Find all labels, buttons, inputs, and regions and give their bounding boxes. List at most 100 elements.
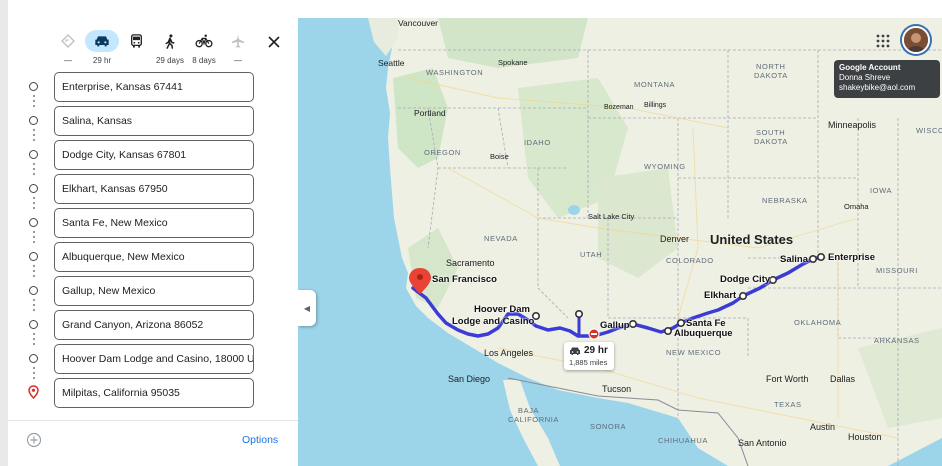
map-label-south-dakota-2: DAKOTA [754,137,788,146]
map-label-portland: Portland [414,108,446,118]
map-label-north-dakota-2: DAKOTA [754,71,788,80]
mode-drive-label: 29 hr [92,56,112,65]
map-label-elkhart: Elkhart [704,290,737,301]
add-destination-icon[interactable] [26,432,42,448]
map-label-hoover-dam-2: Lodge and Casino [452,316,535,327]
mode-walk-label: 29 days [155,56,185,65]
stop-row-9: Hoover Dam Lodge and Casino, 18000 U [8,344,298,379]
stop-input-3[interactable]: Dodge City, Kansas 67801 [54,140,254,170]
map-label-arkansas: ARKANSAS [874,336,920,345]
stop-row-1: Enterprise, Kansas 67441 [8,72,298,107]
stop-row-4: Elkhart, Kansas 67950 [8,174,298,209]
map-label-salt-lake-city: Salt Lake City [588,212,635,221]
map-label-houston: Houston [848,432,882,442]
bicycle-icon [195,34,213,48]
map-label-chihuahua: CHIHUAHUA [658,436,708,445]
map-label-sonora: SONORA [590,422,627,431]
avatar-image [904,28,928,52]
map-label-seattle: Seattle [378,58,405,68]
map-label-united-states: United States [710,232,794,247]
stop-row-10: Milpitas, California 95035 [8,378,298,408]
map-label-tucson: Tucson [602,384,632,394]
waypoint-circle-icon [29,252,38,261]
stop-input-10[interactable]: Milpitas, California 95035 [54,378,254,408]
map-label-hoover-dam-1: Hoover Dam [474,304,530,315]
airplane-icon [231,34,245,48]
stop-row-3: Dodge City, Kansas 67801 [8,140,298,175]
road-closure-icon[interactable] [588,328,600,340]
stop-row-6: Albuquerque, New Mexico [8,242,298,277]
map-label-washington: WASHINGTON [426,68,484,77]
mode-flight[interactable]: — [221,30,255,68]
map-label-sacramento: Sacramento [446,258,495,268]
stop-input-9[interactable]: Hoover Dam Lodge and Casino, 18000 U [54,344,254,374]
map-label-salina: Salina [780,254,808,265]
map-label-wyoming: WYOMING [644,162,686,171]
waypoint-circle-icon [29,320,38,329]
apps-grid-icon[interactable] [876,34,890,48]
mode-bike[interactable]: 8 days [187,30,221,68]
map-label-north-dakota-1: NORTH [756,62,786,71]
map-label-austin: Austin [810,422,836,432]
stop-input-6[interactable]: Albuquerque, New Mexico [54,242,254,272]
mode-best[interactable]: — [51,30,85,68]
stop-row-5: Santa Fe, New Mexico [8,208,298,243]
destination-pin-icon [28,385,39,399]
bus-icon [130,34,142,48]
account-avatar[interactable] [902,26,930,54]
stop-input-4[interactable]: Elkhart, Kansas 67950 [54,174,254,204]
waypoint-circle-icon [29,116,38,125]
walking-icon [165,33,175,49]
app-root: Vancouver Seattle Spokane WASHINGTON Por… [0,0,942,466]
stop-input-5[interactable]: Santa Fe, New Mexico [54,208,254,238]
close-icon [268,36,280,48]
collapse-panel-button[interactable]: ◀ [298,290,316,326]
mode-transit[interactable] [119,30,153,68]
account-tooltip: Google Account Donna Shreve shakeybike@a… [834,60,940,98]
map-label-dallas: Dallas [830,374,856,384]
directions-panel: — 29 hr 29 days 8 days — Enterprise, Kan… [0,0,298,466]
map-label-oklahoma: OKLAHOMA [794,318,842,327]
account-name: Donna Shreve [839,73,891,82]
waypoint-circle-icon [29,150,38,159]
mode-walk[interactable]: 29 days [153,30,187,68]
map-label-wisconsin: WISCO [916,126,942,135]
stop-input-7[interactable]: Gallup, New Mexico [54,276,254,306]
map-label-new-mexico: NEW MEXICO [666,348,722,357]
stop-input-1[interactable]: Enterprise, Kansas 67441 [54,72,254,102]
map-label-texas: TEXAS [774,400,802,409]
map-label-dodge-city: Dodge City [720,274,771,285]
map-label-san-diego: San Diego [448,374,491,384]
close-directions-button[interactable] [264,32,284,52]
map-label-idaho: IDAHO [524,138,551,147]
mode-drive[interactable]: 29 hr [85,30,119,68]
stop-row-7: Gallup, New Mexico [8,276,298,311]
map-label-san-francisco: San Francisco [432,274,497,285]
map-label-nebraska: NEBRASKA [762,196,808,205]
mode-flight-label: — [234,56,242,65]
map-label-spokane: Spokane [498,58,528,67]
map-label-boise: Boise [490,152,509,161]
panel-edge [0,0,8,466]
account-tooltip-title: Google Account [839,63,901,72]
stop-input-8[interactable]: Grand Canyon, Arizona 86052 [54,310,254,340]
options-button[interactable]: Options [242,434,278,446]
map-label-colorado: COLORADO [666,256,714,265]
car-icon [570,347,580,355]
map-label-iowa: IOWA [870,186,893,195]
map-label-missouri: MISSOURI [876,266,918,275]
map-label-san-antonio: San Antonio [738,438,787,448]
map-label-bozeman: Bozeman [604,104,634,111]
car-icon [95,36,109,47]
chevron-left-icon: ◀ [303,303,311,313]
map-label-south-dakota-1: SOUTH [756,128,786,137]
stop-row-8: Grand Canyon, Arizona 86052 [8,310,298,345]
map-label-los-angeles: Los Angeles [484,348,534,358]
route-summary-card[interactable]: 29 hr 1,885 miles [564,342,614,370]
mode-bike-label: 8 days [192,56,216,65]
mode-best-label: — [64,56,72,65]
map-label-denver: Denver [660,234,690,244]
map-label-nevada: NEVADA [484,234,518,243]
stop-input-2[interactable]: Salina, Kansas [54,106,254,136]
map-label-gallup: Gallup [600,320,630,331]
